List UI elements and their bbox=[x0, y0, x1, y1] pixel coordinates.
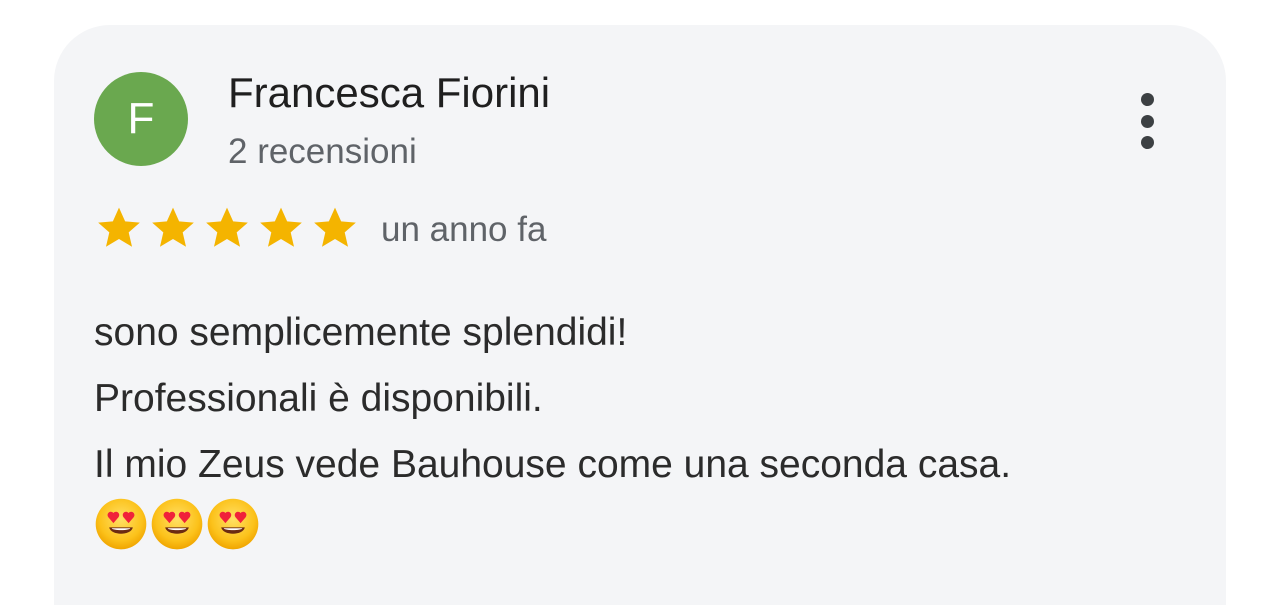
more-options-button[interactable] bbox=[1124, 88, 1170, 154]
avatar[interactable]: F bbox=[94, 72, 188, 166]
review-text-line: sono semplicemente splendidi! bbox=[94, 311, 628, 354]
more-options-icon bbox=[1140, 93, 1154, 106]
star-rating bbox=[92, 203, 362, 253]
review-date: un anno fa bbox=[381, 210, 547, 249]
reviewer-review-count: 2 recensioni bbox=[228, 132, 417, 171]
avatar-initial: F bbox=[127, 94, 155, 143]
review-text: sono semplicemente splendidi! Profession… bbox=[94, 300, 1204, 498]
review-emojis bbox=[94, 497, 260, 551]
star-icon bbox=[314, 207, 356, 247]
star-icon bbox=[98, 207, 140, 247]
review-text-line: Professionali è disponibili. bbox=[94, 377, 543, 420]
reviewer-name[interactable]: Francesca Fiorini bbox=[228, 68, 550, 118]
heart-eyes-emoji-icon bbox=[151, 498, 203, 550]
review-text-line: Il mio Zeus vede Bauhouse come una secon… bbox=[94, 443, 1012, 486]
star-icon bbox=[206, 207, 248, 247]
more-options-icon-dot bbox=[1140, 114, 1154, 128]
heart-eyes-emoji-icon bbox=[207, 498, 259, 550]
more-options-icon-dot bbox=[1140, 136, 1154, 149]
heart-eyes-emoji-icon bbox=[95, 498, 147, 550]
star-icon bbox=[260, 207, 302, 247]
star-icon bbox=[152, 207, 194, 247]
